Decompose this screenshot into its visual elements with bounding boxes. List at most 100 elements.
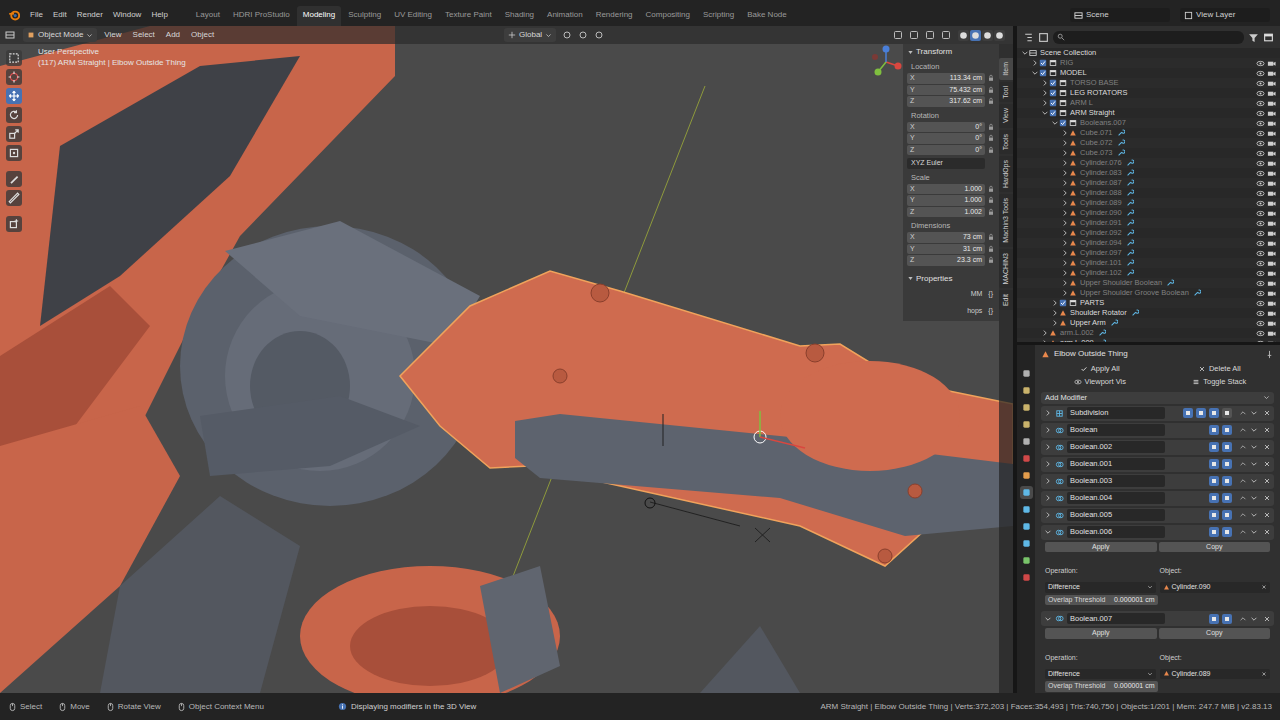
field-value[interactable]: 0.000001 cm [1114, 595, 1154, 606]
scene-name[interactable]: Scene [1086, 9, 1109, 21]
field-value[interactable]: 1.002 [964, 207, 982, 218]
mode-label[interactable]: Object Mode [38, 29, 83, 41]
workspace-tab[interactable]: Scripting [697, 6, 740, 26]
expanded-chevron-icon[interactable] [1021, 49, 1029, 57]
outliner-row[interactable]: Upper Shoulder Boolean [1017, 278, 1280, 288]
modifier-header[interactable]: Boolean.003 [1041, 474, 1274, 489]
add-tool-icon[interactable] [6, 216, 22, 232]
modifier-header[interactable]: Boolean [1041, 423, 1274, 438]
expanded-chevron-icon[interactable] [1044, 528, 1052, 536]
collapsed-chevron-icon[interactable] [1061, 179, 1069, 187]
add-modifier-label[interactable]: Add Modifier [1045, 392, 1087, 403]
display-toggle-icon[interactable] [1209, 527, 1219, 537]
object-field[interactable]: Cylinder.090 [1160, 582, 1271, 593]
sidebar-tab-label[interactable]: Item [1001, 62, 1012, 76]
object-field[interactable]: Cylinder.089 [1160, 669, 1271, 680]
modifier-header[interactable]: Boolean.005 [1041, 508, 1274, 523]
workspace-tab[interactable]: Sculpting [342, 6, 387, 26]
modifier-name-field[interactable]: Boolean.007 [1067, 613, 1165, 624]
panel-header[interactable]: Transform [907, 46, 995, 58]
field-value[interactable]: 1.000 [964, 195, 982, 206]
outliner-item-label[interactable]: Cylinder.083 [1080, 168, 1122, 178]
scene-selector[interactable]: Scene [1070, 8, 1170, 22]
annotate-tool-icon[interactable] [6, 171, 22, 187]
collapsed-chevron-icon[interactable] [1061, 129, 1069, 137]
modifier-header[interactable]: Boolean.001 [1041, 457, 1274, 472]
modifier-name[interactable]: Boolean.002 [1070, 441, 1112, 452]
outliner-item-label[interactable]: Cylinder.094 [1080, 238, 1122, 248]
collapsed-chevron-icon[interactable] [1061, 189, 1069, 197]
menu-item[interactable]: Window [109, 9, 145, 26]
outliner-row[interactable]: Shoulder Rotator [1017, 308, 1280, 318]
sidebar-tab-label[interactable]: Edit [1001, 294, 1012, 306]
scene-render[interactable] [0, 26, 1013, 693]
number-field[interactable]: X1.000 [907, 184, 985, 195]
workspace-tab[interactable]: UV Editing [388, 6, 438, 26]
field-value[interactable]: 0° [975, 145, 982, 156]
move-tool-icon[interactable] [6, 88, 22, 104]
modifier-name[interactable]: Boolean.004 [1070, 492, 1112, 503]
collapsed-chevron-icon[interactable] [1061, 199, 1069, 207]
sidebar-tab[interactable]: Tool [999, 82, 1013, 103]
output-tab-icon[interactable] [1020, 401, 1033, 414]
field-value[interactable]: 23.3 cm [957, 255, 982, 266]
modifier-button[interactable]: Copy [1159, 628, 1271, 639]
outliner-item-label[interactable]: Shoulder Rotator [1070, 308, 1127, 318]
display-toggle-icon[interactable] [1222, 614, 1232, 624]
outliner-row[interactable]: Cylinder.094 [1017, 238, 1280, 248]
collapsed-chevron-icon[interactable] [1041, 99, 1049, 107]
property-value[interactable]: {} [988, 289, 993, 300]
panel-title[interactable]: Transform [916, 46, 952, 58]
display-toggle-icon[interactable] [1209, 408, 1219, 418]
workspace-tab[interactable]: Bake Node [741, 6, 793, 26]
menu-item[interactable]: Object [187, 29, 218, 41]
outliner-row[interactable]: Cylinder.090 [1017, 208, 1280, 218]
modifier-name[interactable]: Boolean.005 [1070, 509, 1112, 520]
number-field[interactable]: Y31 cm [907, 244, 985, 255]
collapsed-chevron-icon[interactable] [1061, 169, 1069, 177]
number-field[interactable]: Y0° [907, 133, 985, 144]
rotate-tool-icon[interactable] [6, 107, 22, 123]
modifier-name-field[interactable]: Boolean.004 [1067, 492, 1165, 503]
sidebar-tab[interactable]: View [999, 104, 1013, 127]
modifier-name-field[interactable]: Boolean.005 [1067, 509, 1165, 520]
collapsed-chevron-icon[interactable] [1061, 139, 1069, 147]
sidebar-tab[interactable]: Item [999, 58, 1013, 80]
expanded-chevron-icon[interactable] [1044, 615, 1052, 623]
object-value[interactable]: Cylinder.090 [1172, 582, 1211, 593]
workspace-tab[interactable]: HDRI ProStudio [227, 6, 296, 26]
stack-action-button[interactable]: Delete All [1165, 363, 1275, 374]
modifier-header[interactable]: Subdivision [1041, 406, 1274, 421]
outliner-row[interactable]: Cylinder.097 [1017, 248, 1280, 258]
number-field[interactable]: X73 cm [907, 232, 985, 243]
collapsed-chevron-icon[interactable] [1061, 219, 1069, 227]
view-layer-tab-icon[interactable] [1020, 418, 1033, 431]
select-tool-icon[interactable] [6, 50, 22, 66]
number-field[interactable]: Z23.3 cm [907, 255, 985, 266]
outliner-row[interactable]: Cylinder.092 [1017, 228, 1280, 238]
sidebar-tab-label[interactable]: View [1001, 108, 1012, 123]
outliner-item-label[interactable]: ARM L [1070, 98, 1093, 108]
transform-tool-icon[interactable] [6, 145, 22, 161]
object-tab-icon[interactable] [1020, 469, 1033, 482]
workspace-tab[interactable]: Rendering [590, 6, 639, 26]
outliner-item-label[interactable]: Cylinder.091 [1080, 218, 1122, 228]
rotation-mode-dropdown[interactable]: XYZ Euler [907, 158, 985, 169]
field-value[interactable]: 317.62 cm [949, 96, 982, 107]
display-toggle-icon[interactable] [1209, 442, 1219, 452]
display-toggle-icon[interactable] [1183, 408, 1193, 418]
outliner-item-label[interactable]: Cylinder.076 [1080, 158, 1122, 168]
menu-item[interactable]: Add [162, 29, 184, 41]
number-field[interactable]: Y75.432 cm [907, 85, 985, 96]
display-toggle-icon[interactable] [1209, 425, 1219, 435]
modifier-name-field[interactable]: Subdivision [1067, 407, 1165, 418]
panel-title[interactable]: Properties [916, 273, 952, 285]
outliner-row[interactable]: Scene Collection [1017, 48, 1280, 58]
outliner-row[interactable]: Upper Shoulder Groove Boolean [1017, 288, 1280, 298]
workspace-tab[interactable]: Texture Paint [439, 6, 498, 26]
workspace-tab[interactable]: Shading [499, 6, 540, 26]
collapsed-chevron-icon[interactable] [1044, 477, 1052, 485]
stack-action-button[interactable]: Viewport Vis [1045, 376, 1155, 387]
operation-value[interactable]: Difference [1048, 582, 1080, 593]
outliner-row[interactable]: Cylinder.101 [1017, 258, 1280, 268]
